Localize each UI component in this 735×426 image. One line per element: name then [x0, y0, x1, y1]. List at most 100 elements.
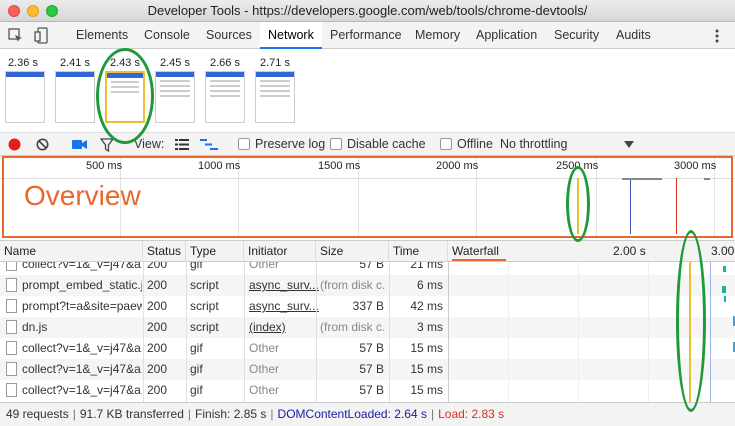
filter-icon[interactable]	[100, 138, 114, 152]
preserve-log-option[interactable]: Preserve log	[238, 133, 325, 156]
column-header-size[interactable]: Size	[316, 241, 389, 262]
cell-status: 200	[147, 262, 168, 271]
device-toolbar-icon[interactable]	[34, 27, 50, 44]
cell-size: 337 B	[352, 299, 384, 313]
annotation-ellipse-overview	[566, 166, 590, 242]
annotation-ellipse-waterfall	[676, 230, 706, 412]
tab-sources[interactable]: Sources	[198, 22, 260, 49]
waterfall-tick-label: 3.00	[711, 244, 735, 258]
waterfall-header-underline	[452, 259, 506, 261]
close-window-button[interactable]	[8, 5, 20, 17]
column-header-status[interactable]: Status	[143, 241, 186, 262]
filmstrip-frame[interactable]	[205, 71, 245, 123]
cell-initiator-link[interactable]: (index)	[249, 317, 286, 338]
waterfall-gridline	[648, 262, 649, 402]
tab-security[interactable]: Security	[546, 22, 607, 49]
file-icon	[6, 278, 17, 292]
frame-time: 2.71 s	[260, 57, 290, 69]
tab-performance[interactable]: Performance	[322, 22, 410, 49]
cell-time: 21 ms	[410, 262, 443, 271]
cell-time: 15 ms	[410, 362, 443, 376]
waterfall-gridline	[508, 262, 509, 402]
column-header-initiator[interactable]: Initiator	[244, 241, 316, 262]
waterfall-tick-label: 2.00 s	[613, 244, 646, 258]
cell-status: 200	[147, 320, 168, 334]
clear-icon[interactable]	[36, 138, 49, 151]
window-title: Developer Tools - https://developers.goo…	[147, 3, 588, 18]
overview-callout-label: Overview	[24, 180, 141, 211]
tab-console[interactable]: Console	[136, 22, 198, 49]
cell-name: collect?v=1&_v=j47&a...	[22, 341, 142, 355]
cell-status: 200	[147, 362, 168, 376]
cell-size: 57 B	[359, 383, 384, 397]
cell-type: gif	[190, 383, 203, 397]
minimize-window-button[interactable]	[27, 5, 39, 17]
preserve-log-label: Preserve log	[255, 137, 326, 151]
filmstrip-frame[interactable]	[5, 71, 45, 123]
cell-type: gif	[190, 341, 203, 355]
cell-type: script	[190, 278, 219, 292]
tab-memory[interactable]: Memory	[407, 22, 468, 49]
file-icon	[6, 299, 17, 313]
file-icon	[6, 383, 17, 397]
transferred-size: 91.7 KB transferred	[79, 407, 184, 421]
tab-elements[interactable]: Elements	[68, 22, 136, 49]
throttling-select[interactable]: No throttling	[500, 133, 567, 156]
offline-option[interactable]: Offline	[440, 133, 493, 156]
waterfall-bar	[724, 296, 726, 302]
maximize-window-button[interactable]	[46, 5, 58, 17]
cell-size: 57 B	[359, 341, 384, 355]
waterfall-gridline	[578, 262, 579, 402]
devtools-tabbar: Elements Console Sources Network Perform…	[0, 22, 735, 49]
more-options-icon[interactable]	[714, 28, 720, 44]
load-time: Load: 2.83 s	[438, 407, 505, 421]
preserve-log-checkbox[interactable]	[238, 138, 250, 150]
cell-time: 3 ms	[416, 320, 443, 334]
record-icon[interactable]	[8, 138, 21, 151]
inspect-element-icon[interactable]	[8, 28, 24, 44]
waterfall-view-icon[interactable]	[200, 139, 218, 150]
disable-cache-checkbox[interactable]	[330, 138, 342, 150]
column-divider	[316, 262, 317, 402]
cell-time: 6 ms	[416, 278, 443, 292]
cell-name: collect?v=1&_v=j47&a...	[22, 362, 142, 376]
offline-checkbox[interactable]	[440, 138, 452, 150]
filmstrip-frame[interactable]	[255, 71, 295, 123]
chevron-down-icon[interactable]	[624, 141, 634, 148]
screenshot-camera-icon[interactable]	[72, 139, 88, 150]
waterfall-marker-blue	[710, 262, 711, 402]
network-overview[interactable]: 500 ms 1000 ms 1500 ms 2000 ms 2500 ms 3…	[0, 156, 735, 238]
cell-name: collect?v=1&_v=j47&a...	[22, 383, 142, 397]
cell-initiator-link[interactable]: async_surv...	[249, 296, 319, 317]
waterfall-header-label: Waterfall	[452, 244, 499, 258]
cell-type: gif	[190, 362, 203, 376]
file-icon	[6, 362, 17, 376]
cell-name: collect?v=1&_v=j47&a...	[22, 262, 142, 271]
tab-application[interactable]: Application	[468, 22, 545, 49]
large-rows-icon[interactable]	[175, 139, 189, 150]
filmstrip-frame[interactable]	[155, 71, 195, 123]
disable-cache-label: Disable cache	[347, 137, 426, 151]
frame-time: 2.41 s	[60, 57, 90, 69]
column-header-type[interactable]: Type	[186, 241, 244, 262]
column-header-name[interactable]: Name	[0, 241, 143, 262]
throttling-value: No throttling	[500, 137, 568, 151]
network-status-bar: 49 requests | 91.7 KB transferred | Finish: …	[0, 402, 735, 426]
tab-network[interactable]: Network	[260, 22, 322, 49]
cell-initiator: Other	[249, 262, 280, 271]
cell-size: (from disk c...	[320, 278, 386, 292]
cell-time: 15 ms	[410, 341, 443, 355]
column-header-time[interactable]: Time	[389, 241, 448, 262]
filmstrip-frame[interactable]	[55, 71, 95, 123]
column-divider	[186, 262, 187, 402]
cell-initiator-link[interactable]: async_surv...	[249, 275, 319, 296]
cell-initiator: Other	[249, 383, 280, 397]
waterfall-bar	[723, 266, 726, 272]
file-icon	[6, 320, 17, 334]
cell-type: script	[190, 320, 219, 334]
tab-audits[interactable]: Audits	[608, 22, 659, 49]
frame-time: 2.45 s	[160, 57, 190, 69]
annotation-ellipse-filmstrip	[96, 48, 154, 144]
disable-cache-option[interactable]: Disable cache	[330, 133, 426, 156]
cell-name: prompt_embed_static.js	[22, 278, 142, 292]
